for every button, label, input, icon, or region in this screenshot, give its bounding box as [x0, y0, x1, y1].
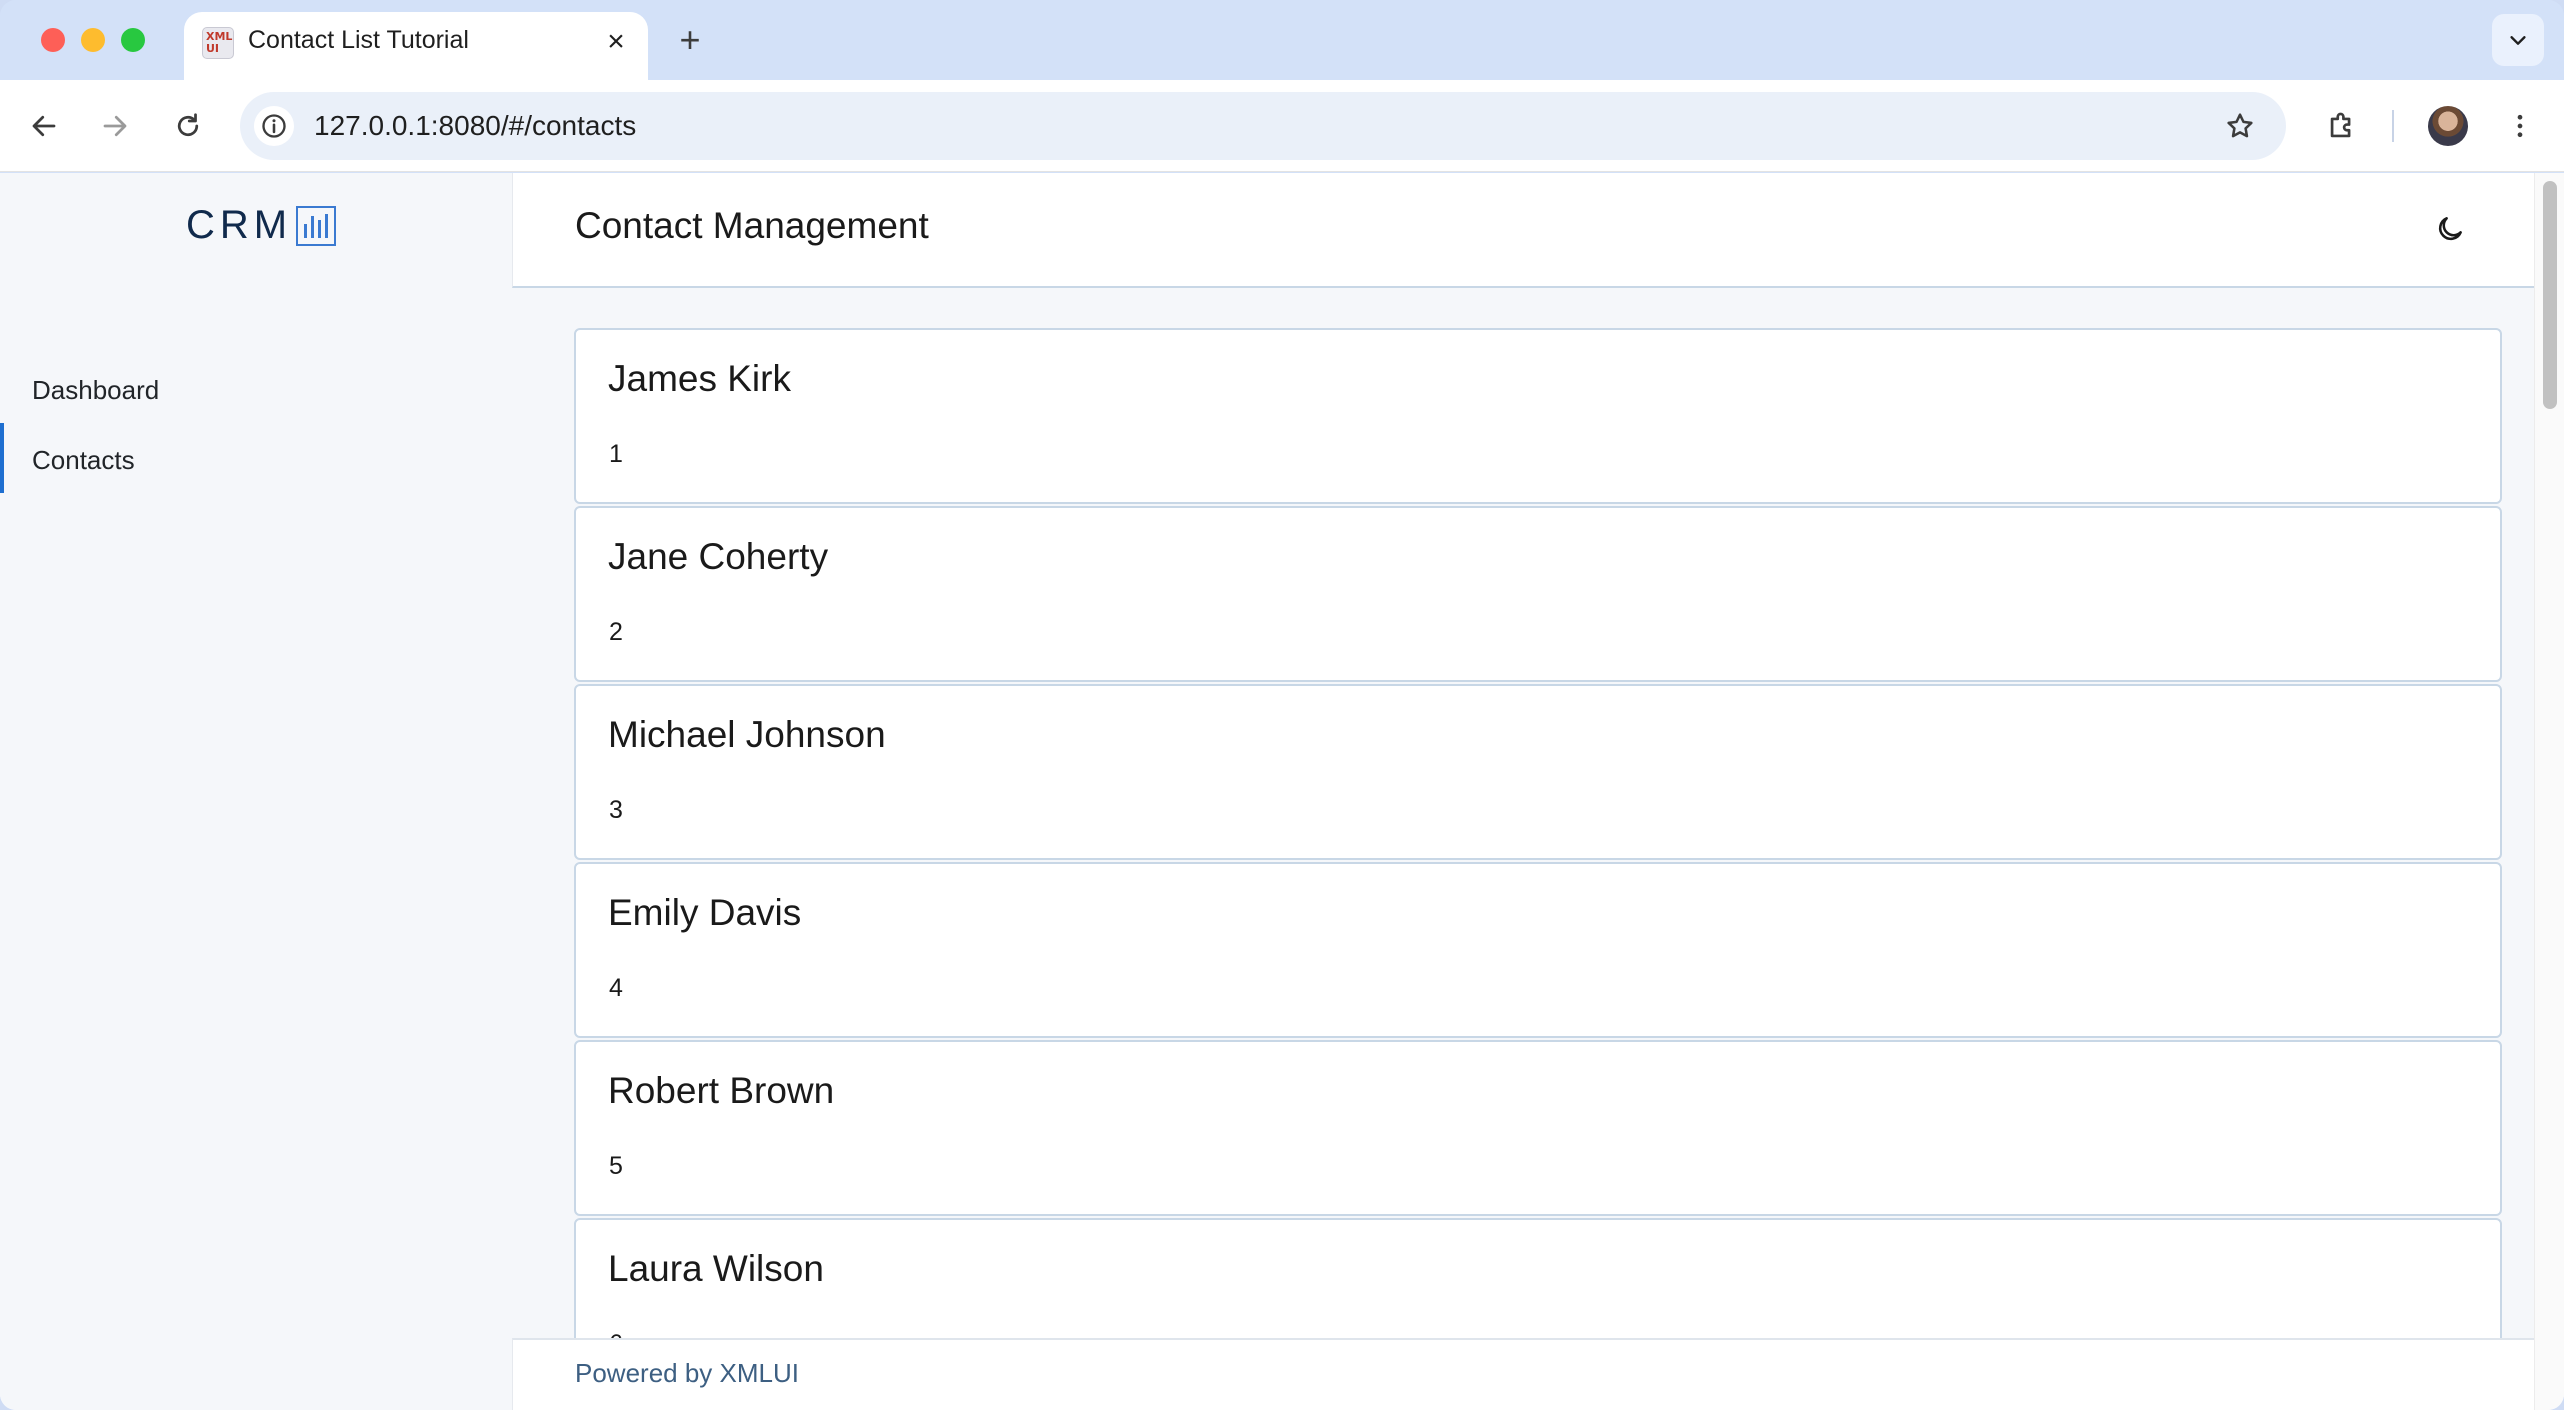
- reload-button[interactable]: [166, 104, 210, 148]
- page-title: Contact Management: [575, 205, 929, 246]
- chevron-down-icon: [2510, 36, 2526, 45]
- contact-card[interactable]: Laura Wilson 6: [574, 1218, 2502, 1338]
- puzzle-icon: [2330, 112, 2351, 138]
- crm-logo[interactable]: CRM: [186, 203, 337, 248]
- more-vertical-icon: [2517, 114, 2523, 138]
- theme-toggle-button[interactable]: [2430, 209, 2470, 249]
- contact-id: 4: [609, 974, 623, 1002]
- contact-card[interactable]: Jane Coherty 2: [574, 506, 2502, 682]
- arrow-left-icon: [32, 115, 56, 137]
- browser-menu-button[interactable]: [2498, 104, 2542, 148]
- window-close-button[interactable]: [41, 28, 65, 52]
- window-minimize-button[interactable]: [81, 28, 105, 52]
- address-bar[interactable]: 127.0.0.1:8080/#/contacts: [240, 92, 2286, 160]
- contact-id: 5: [609, 1152, 623, 1180]
- sidebar-item-dashboard[interactable]: Dashboard: [0, 353, 512, 423]
- contact-card[interactable]: Emily Davis 4: [574, 862, 2502, 1038]
- scrollbar-thumb[interactable]: [2543, 181, 2557, 409]
- page-scrollbar[interactable]: [2534, 173, 2564, 1410]
- reload-icon: [177, 113, 199, 137]
- contact-card[interactable]: James Kirk 1: [574, 328, 2502, 504]
- tab-search-button[interactable]: [2492, 14, 2544, 66]
- page-header: Contact Management: [512, 173, 2534, 288]
- sidebar-item-label: Contacts: [32, 445, 135, 475]
- app-viewport: CRM Dashboard Contacts Contact Managemen…: [0, 173, 2564, 1410]
- browser-tab-active[interactable]: XML UI Contact List Tutorial ×: [184, 12, 648, 80]
- sidebar-item-contacts[interactable]: Contacts: [0, 423, 512, 493]
- tab-title: Contact List Tutorial: [248, 26, 469, 54]
- browser-window: XML UI Contact List Tutorial × + 127.0.0…: [0, 0, 2564, 1410]
- main-content: Contact Management James Kirk 1 Jane Coh…: [512, 173, 2534, 1410]
- site-info-icon[interactable]: [254, 106, 294, 146]
- browser-toolbar: 127.0.0.1:8080/#/contacts: [0, 80, 2564, 172]
- contact-name: Jane Coherty: [608, 536, 829, 577]
- toolbar-divider: [2392, 110, 2394, 142]
- contact-id: 3: [609, 796, 623, 824]
- contact-name: Laura Wilson: [608, 1248, 824, 1289]
- footer-text: Powered by XMLUI: [575, 1358, 799, 1388]
- sidebar-item-label: Dashboard: [32, 375, 160, 405]
- tab-strip: XML UI Contact List Tutorial × +: [0, 0, 2564, 80]
- bar-chart-logo-icon: [296, 205, 337, 246]
- page-footer: Powered by XMLUI: [512, 1338, 2534, 1410]
- back-button[interactable]: [22, 104, 66, 148]
- contact-name: Robert Brown: [608, 1070, 835, 1111]
- arrow-right-icon: [103, 115, 127, 137]
- contact-list: James Kirk 1 Jane Coherty 2 Michael John…: [574, 328, 2502, 1338]
- profile-avatar[interactable]: [2428, 106, 2468, 146]
- contact-card[interactable]: Robert Brown 5: [574, 1040, 2502, 1216]
- contact-id: 2: [609, 618, 623, 646]
- contact-card[interactable]: Michael Johnson 3: [574, 684, 2502, 860]
- url-text[interactable]: 127.0.0.1:8080/#/contacts: [314, 110, 636, 142]
- window-maximize-button[interactable]: [121, 28, 145, 52]
- forward-button[interactable]: [93, 104, 137, 148]
- contact-name: James Kirk: [608, 358, 791, 399]
- moon-icon: [2438, 217, 2462, 241]
- tab-close-icon[interactable]: ×: [600, 26, 632, 58]
- bookmark-star-icon[interactable]: [2220, 106, 2260, 146]
- new-tab-button[interactable]: +: [670, 20, 710, 60]
- contact-name: Emily Davis: [608, 892, 802, 933]
- logo-text: CRM: [186, 203, 293, 247]
- contact-id: 1: [609, 440, 623, 468]
- sidebar: CRM Dashboard Contacts: [0, 173, 512, 1410]
- xmlui-favicon-icon: XML UI: [202, 27, 234, 59]
- contact-name: Michael Johnson: [608, 714, 886, 755]
- contact-id: 6: [609, 1330, 623, 1338]
- extensions-button[interactable]: [2320, 104, 2364, 148]
